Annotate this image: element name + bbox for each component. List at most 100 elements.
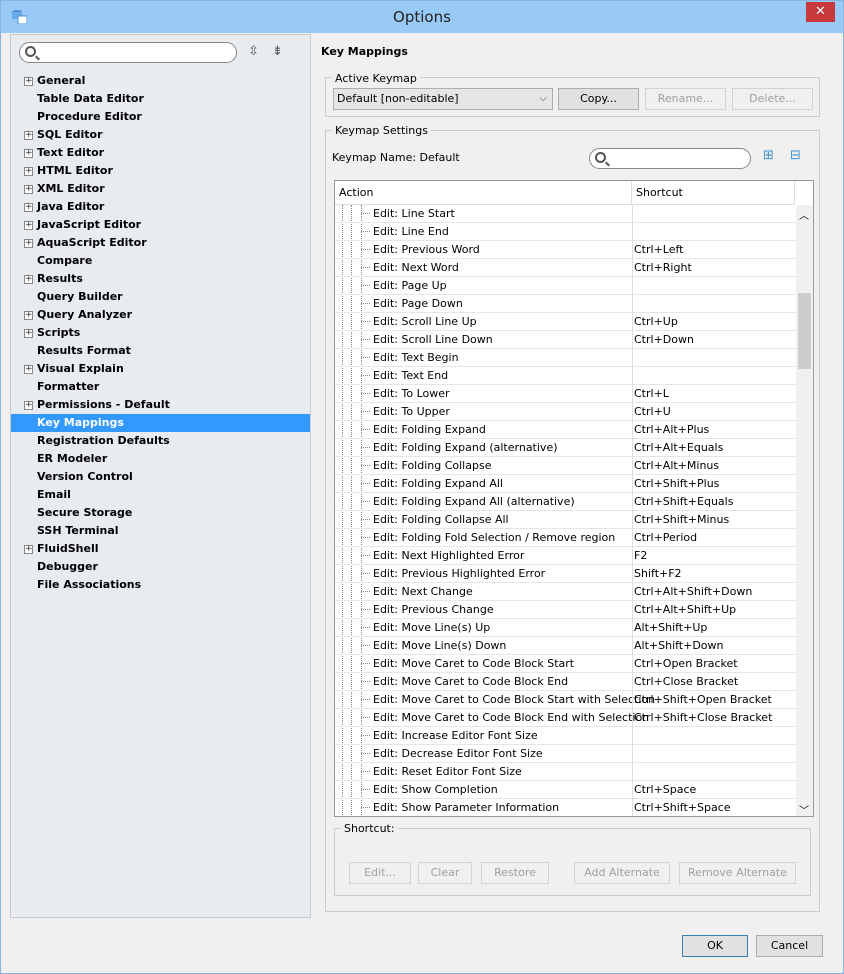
table-row[interactable]: Edit: Folding Expand All Ctrl+Shift+Plus <box>335 475 797 493</box>
table-row[interactable]: Edit: Move Line(s) Down Alt+Shift+Down <box>335 637 797 655</box>
tree-item[interactable]: + General <box>24 72 327 90</box>
table-row[interactable]: Edit: Previous Highlighted Error Shift+F2 <box>335 565 797 583</box>
table-row[interactable]: Edit: Increase Editor Font Size <box>335 727 797 745</box>
add-alternate-button[interactable]: Add Alternate <box>574 862 670 884</box>
tree-item[interactable]: + AquaScript Editor <box>24 234 327 252</box>
tree-item[interactable]: Procedure Editor <box>37 108 327 126</box>
table-row[interactable]: Edit: Move Caret to Code Block Start Ctrl… <box>335 655 797 673</box>
table-row[interactable]: Edit: Reset Editor Font Size <box>335 763 797 781</box>
clear-button[interactable]: Clear <box>418 862 472 884</box>
table-row[interactable]: Edit: Line Start <box>335 205 797 223</box>
expand-icon[interactable]: + <box>24 365 33 374</box>
vertical-scrollbar[interactable]: ︿ ﹀ <box>796 205 813 816</box>
tree-item[interactable]: + Query Analyzer <box>24 306 327 324</box>
delete-button[interactable]: Delete... <box>732 88 813 110</box>
tree-item[interactable]: ER Modeler <box>37 450 327 468</box>
expand-icon[interactable]: + <box>24 185 33 194</box>
table-row[interactable]: Edit: Page Up <box>335 277 797 295</box>
tree-item[interactable]: + JavaScript Editor <box>24 216 327 234</box>
expand-icon[interactable]: + <box>24 221 33 230</box>
table-row[interactable]: Edit: Folding Expand All (alternative) Ct… <box>335 493 797 511</box>
expand-icon[interactable]: + <box>24 77 33 86</box>
expand-icon[interactable]: + <box>24 545 33 554</box>
tree-item[interactable]: File Associations <box>37 576 327 594</box>
expand-icon[interactable]: + <box>24 275 33 284</box>
table-row[interactable]: Edit: Folding Collapse All Ctrl+Shift+Min… <box>335 511 797 529</box>
tree-item[interactable]: + Visual Explain <box>24 360 327 378</box>
table-row[interactable]: Edit: Folding Expand Ctrl+Alt+Plus <box>335 421 797 439</box>
restore-button[interactable]: Restore <box>481 862 549 884</box>
table-row[interactable]: Edit: Scroll Line Up Ctrl+Up <box>335 313 797 331</box>
column-header-action[interactable]: Action <box>335 181 632 205</box>
tree-item[interactable]: + Java Editor <box>24 198 327 216</box>
expand-icon[interactable]: + <box>24 149 33 158</box>
tree-item[interactable]: Registration Defaults <box>37 432 327 450</box>
expand-icon[interactable]: + <box>24 311 33 320</box>
scroll-up-icon[interactable]: ︿ <box>799 207 809 222</box>
scrollbar-thumb[interactable] <box>798 293 811 369</box>
expand-icon[interactable]: + <box>24 203 33 212</box>
table-row[interactable]: Edit: Line End <box>335 223 797 241</box>
table-row[interactable]: Edit: Folding Collapse Ctrl+Alt+Minus <box>335 457 797 475</box>
table-row[interactable]: Edit: Next Word Ctrl+Right <box>335 259 797 277</box>
tree-item[interactable]: Query Builder <box>37 288 327 306</box>
tree-item[interactable]: + Scripts <box>24 324 327 342</box>
tree-item[interactable]: + SQL Editor <box>24 126 327 144</box>
edit-button[interactable]: Edit... <box>349 862 411 884</box>
tree-item[interactable]: Compare <box>37 252 327 270</box>
tree-item[interactable]: Version Control <box>37 468 327 486</box>
table-row[interactable]: Edit: Text End <box>335 367 797 385</box>
table-row[interactable]: Edit: Move Caret to Code Block End Ctrl+C… <box>335 673 797 691</box>
expand-icon[interactable]: + <box>24 131 33 140</box>
table-row[interactable]: Edit: Next Highlighted Error F2 <box>335 547 797 565</box>
tree-search-input[interactable] <box>19 42 237 63</box>
keymap-search-input[interactable] <box>589 148 751 169</box>
tree-item[interactable]: Debugger <box>37 558 327 576</box>
tree-item[interactable]: + Permissions - Default <box>24 396 327 414</box>
ok-button[interactable]: OK <box>682 935 748 957</box>
tree-item[interactable]: Table Data Editor <box>37 90 327 108</box>
tree-item[interactable]: Results Format <box>37 342 327 360</box>
tree-item[interactable]: + Results <box>24 270 327 288</box>
collapse-all-icon[interactable]: ⊟ <box>790 148 801 163</box>
keymap-select[interactable]: Default [non-editable] ⌵ <box>333 88 553 110</box>
table-row[interactable]: Edit: Move Line(s) Up Alt+Shift+Up <box>335 619 797 637</box>
tree-item[interactable]: Secure Storage <box>37 504 327 522</box>
table-row[interactable]: Edit: To Upper Ctrl+U <box>335 403 797 421</box>
scroll-down-icon[interactable]: ﹀ <box>799 802 809 816</box>
table-row[interactable]: Edit: Decrease Editor Font Size <box>335 745 797 763</box>
table-row[interactable]: Edit: Next Change Ctrl+Alt+Shift+Down <box>335 583 797 601</box>
close-button[interactable]: ✕ <box>806 2 835 22</box>
table-row[interactable]: Edit: Previous Word Ctrl+Left <box>335 241 797 259</box>
table-row[interactable]: Edit: Show Completion Ctrl+Space <box>335 781 797 799</box>
expand-all-icon[interactable]: ⇳ <box>248 44 259 59</box>
rename-button[interactable]: Rename... <box>645 88 726 110</box>
copy-button[interactable]: Copy... <box>558 88 639 110</box>
expand-icon[interactable]: + <box>24 401 33 410</box>
cancel-button[interactable]: Cancel <box>756 935 823 957</box>
tree-item[interactable]: + Text Editor <box>24 144 327 162</box>
tree-item[interactable]: + XML Editor <box>24 180 327 198</box>
tree-item[interactable]: Formatter <box>37 378 327 396</box>
table-row[interactable]: Edit: Folding Expand (alternative) Ctrl+A… <box>335 439 797 457</box>
table-row[interactable]: Edit: Scroll Line Down Ctrl+Down <box>335 331 797 349</box>
table-row[interactable]: Edit: Page Down <box>335 295 797 313</box>
table-row[interactable]: Edit: Folding Fold Selection / Remove re… <box>335 529 797 547</box>
expand-all-icon[interactable]: ⊞ <box>763 148 774 163</box>
table-row[interactable]: Edit: Show Parameter Information Ctrl+Shi… <box>335 799 797 816</box>
collapse-all-icon[interactable]: ⇟ <box>272 44 283 59</box>
remove-alternate-button[interactable]: Remove Alternate <box>679 862 796 884</box>
table-row[interactable]: Edit: Move Caret to Code Block End with … <box>335 709 797 727</box>
tree-item[interactable]: + HTML Editor <box>24 162 327 180</box>
column-header-shortcut[interactable]: Shortcut <box>632 181 795 205</box>
tree-item[interactable]: SSH Terminal <box>37 522 327 540</box>
table-row[interactable]: Edit: Move Caret to Code Block Start wit… <box>335 691 797 709</box>
table-row[interactable]: Edit: To Lower Ctrl+L <box>335 385 797 403</box>
expand-icon[interactable]: + <box>24 167 33 176</box>
expand-icon[interactable]: + <box>24 239 33 248</box>
table-row[interactable]: Edit: Text Begin <box>335 349 797 367</box>
tree-item[interactable]: Email <box>37 486 327 504</box>
tree-item[interactable]: + FluidShell <box>24 540 327 558</box>
table-row[interactable]: Edit: Previous Change Ctrl+Alt+Shift+Up <box>335 601 797 619</box>
expand-icon[interactable]: + <box>24 329 33 338</box>
